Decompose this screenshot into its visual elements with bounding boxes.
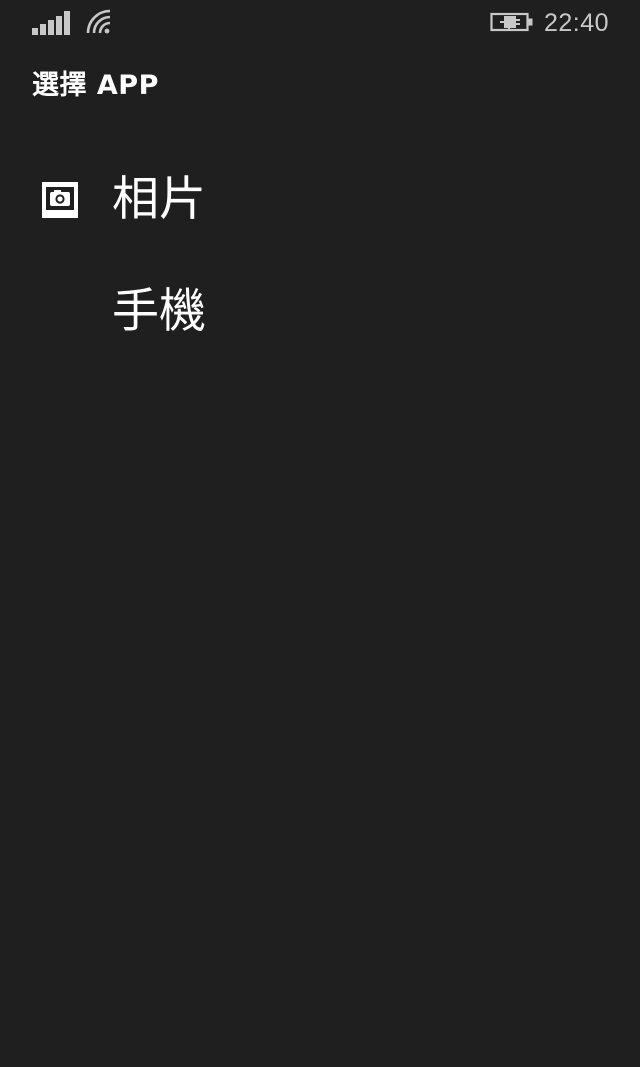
status-bar: 22:40 bbox=[0, 0, 640, 46]
signal-strength-icon bbox=[32, 11, 72, 35]
photos-camera-icon bbox=[42, 182, 78, 218]
app-label-photos: 相片 bbox=[112, 172, 206, 227]
app-item-phone[interactable]: 手機 bbox=[0, 272, 640, 384]
app-list: 相片 手機 bbox=[0, 160, 640, 384]
page-title: 選擇 APP bbox=[32, 70, 159, 101]
wifi-icon bbox=[86, 9, 111, 34]
screen: 22:40 選擇 APP 相片 手機 bbox=[0, 0, 640, 1067]
app-item-photos[interactable]: 相片 bbox=[0, 160, 640, 272]
app-label-phone: 手機 bbox=[112, 284, 206, 339]
status-time: 22:40 bbox=[544, 9, 610, 37]
battery-charging-icon bbox=[490, 12, 533, 32]
